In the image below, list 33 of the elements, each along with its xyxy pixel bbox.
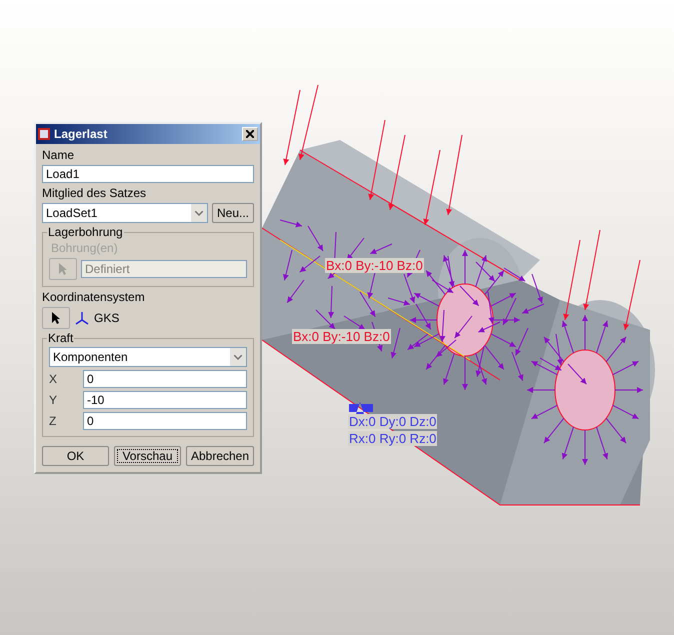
window-title: Lagerlast [54,127,108,141]
component-field[interactable]: -10 [83,391,247,409]
new-button[interactable]: Neu... [212,203,254,223]
field-label: Koordinatensystem [42,290,146,304]
name-field[interactable]: Load1 [42,165,254,183]
close-icon [246,130,254,138]
force-mode-dropdown[interactable]: Komponenten [49,347,247,367]
group-legend: Kraft [47,331,74,345]
model-label: Bx:0 By:-10 Bz:0 [325,258,424,273]
coordinate-system-name: GKS [94,311,120,325]
dialog-button[interactable]: OK [42,446,109,466]
select-button[interactable] [42,307,70,329]
field-label: Mitglied des Satzes [42,186,148,200]
caret-icon [234,354,242,360]
set-dropdown[interactable]: LoadSet1 [42,203,208,223]
model-label: Bx:0 By:-10 Bz:0 [292,329,391,344]
field-label: Name [42,148,76,162]
pointer-icon [51,311,61,325]
dialog-button[interactable]: Vorschau [114,446,181,466]
window-icon [38,128,50,140]
model-label: Rx:0 Ry:0 Rz:0 [348,431,438,446]
axis-label: X [49,372,58,386]
dialog-button[interactable]: Abbrechen [186,446,254,466]
group-legend: Lagerbohrung [47,225,124,239]
coordinate-axes-icon [74,310,90,326]
caret-icon [194,210,203,216]
model-label: Dx:0 Dy:0 Dz:0 [348,414,438,429]
component-field[interactable]: 0 [83,412,247,430]
axis-label: Y [49,393,58,407]
pointer-icon [58,262,68,276]
axis-label: Z [49,414,58,428]
component-field[interactable]: 0 [83,370,247,388]
close-button[interactable] [242,127,258,141]
